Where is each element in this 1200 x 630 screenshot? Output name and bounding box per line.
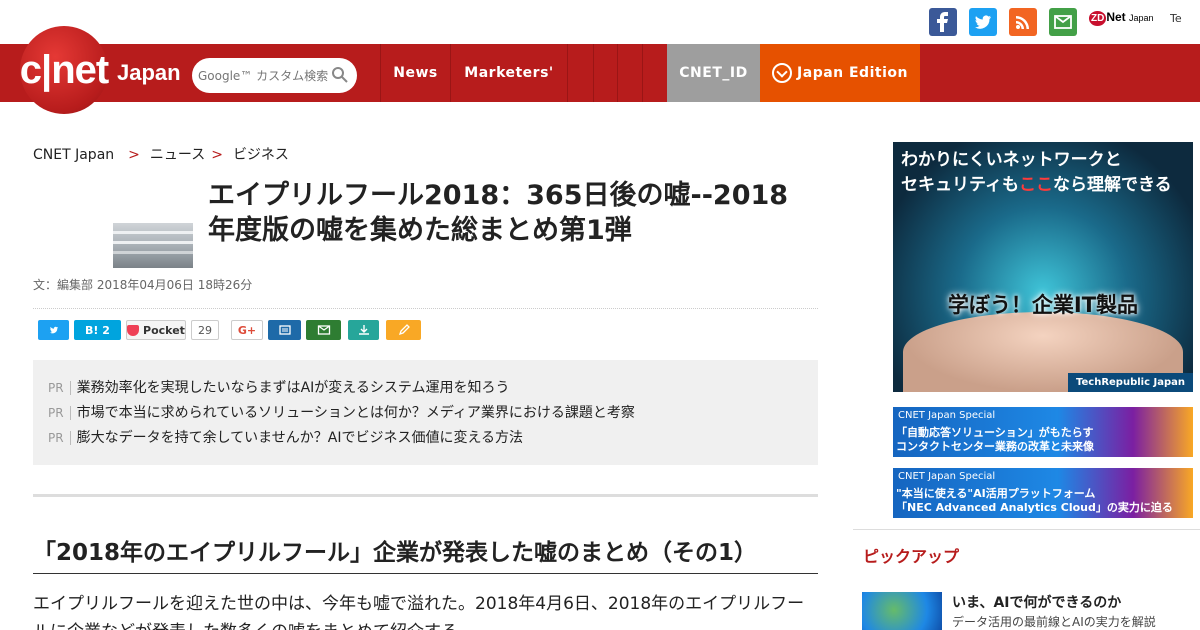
print-button[interactable]: [268, 320, 301, 340]
pickup-title[interactable]: いま、AIで何ができるのか: [952, 592, 1121, 612]
pickup-thumbnail[interactable]: [862, 592, 942, 630]
share-mail-button[interactable]: [306, 320, 341, 340]
zdnet-mark: ZD: [1089, 11, 1107, 26]
nav-edition[interactable]: Japan Edition: [760, 44, 920, 102]
article-body: エイプリルフールを迎えた世の中は、今年も嘘で溢れた。2018年4月6日、2018…: [33, 594, 805, 630]
save-button[interactable]: [348, 320, 379, 340]
print-icon: [278, 325, 291, 335]
nav-empty-2[interactable]: [593, 44, 617, 102]
pr-item[interactable]: PR 市場で本当に求められているソリューションとは何か？メディア業界における課題と…: [48, 402, 635, 422]
chevron-down-icon: [772, 63, 793, 83]
breadcrumb-business[interactable]: ビジネス: [233, 147, 289, 163]
share-twitter-button[interactable]: [38, 320, 69, 340]
article-date: 文：編集部 2018年04月06日 18時26分: [33, 278, 253, 292]
nav-empty-4[interactable]: [642, 44, 667, 102]
search-input[interactable]: [198, 66, 328, 86]
pocket-count: 29: [191, 320, 219, 340]
zdnet-japan-link[interactable]: ZD Net Japan: [1089, 10, 1154, 26]
facebook-icon[interactable]: [929, 8, 957, 36]
pr-item[interactable]: PR 膨大なデータを持て余していませんか？AIでビジネス価値に変える方法: [48, 427, 523, 447]
article-title: エイプリルフール2018：365日後の嘘--2018年度版の嘘を集めた総まとめ第…: [208, 180, 789, 246]
pocket-icon: [127, 324, 140, 336]
pr-box: PR 業務効率化を実現したいならまずはAIが変えるシステム運用を知ろう PR 市場で…: [33, 360, 818, 465]
search-icon[interactable]: [331, 66, 349, 84]
pr-item[interactable]: PR 業務効率化を実現したいならまずはAIが変えるシステム運用を知ろう: [48, 377, 509, 397]
share-gplus-button[interactable]: G+: [231, 320, 263, 340]
breadcrumb: CNET Japan > ニュース > ビジネス: [33, 147, 289, 163]
nav-news[interactable]: News: [380, 44, 450, 102]
techrepublic-link[interactable]: Te: [1170, 12, 1200, 25]
sidebar-ad-banner[interactable]: わかりにくいネットワークと セキュリティもここなら理解できる 学ぼう！企業IT製…: [893, 142, 1193, 392]
download-icon: [358, 325, 369, 335]
share-hatena-button[interactable]: B! 2: [74, 320, 121, 340]
cnet-logo[interactable]: c|net: [20, 26, 109, 114]
top-social-bar: ZD Net Japan Te: [0, 0, 1200, 44]
ad-center-text: 学ぼう！企業IT製品: [947, 293, 1139, 317]
divider: [33, 308, 818, 309]
section-heading: 「2018年のエイプリルフール」企業が発表した嘘のまとめ（その1）: [33, 533, 818, 574]
special-banner[interactable]: CNET Japan Special "本当に使える"AI活用プラットフォーム「…: [893, 468, 1193, 518]
logo-region: Japan: [117, 60, 181, 85]
pickup-heading: ピックアップ: [863, 547, 960, 566]
special-banner[interactable]: CNET Japan Special 「自動応答ソリューション」がもたらす コンタ…: [893, 407, 1193, 457]
divider: [33, 494, 818, 497]
breadcrumb-home[interactable]: CNET Japan: [33, 147, 114, 163]
clip-button[interactable]: [386, 320, 421, 340]
mail-icon: [317, 325, 330, 335]
nav-empty-1[interactable]: [567, 44, 593, 102]
nav-empty-3[interactable]: [617, 44, 642, 102]
breadcrumb-news[interactable]: ニュース: [150, 147, 205, 163]
nav-cnet-id[interactable]: CNET_ID: [667, 44, 760, 102]
pickup-subtitle: データ活用の最前線とAIの実力を解説: [952, 615, 1156, 629]
article-thumbnail: [113, 223, 193, 268]
search-box: [192, 58, 357, 93]
divider: [853, 529, 1200, 530]
share-pocket-button[interactable]: Pocket: [126, 320, 186, 340]
twitter-icon: [49, 326, 58, 334]
nav-marketers[interactable]: Marketers': [450, 44, 567, 102]
pencil-icon: [398, 324, 410, 336]
twitter-icon[interactable]: [969, 8, 997, 36]
ad-headline: わかりにくいネットワークと セキュリティもここなら理解できる: [901, 150, 1172, 195]
rss-icon[interactable]: [1009, 8, 1037, 36]
ad-footer: TechRepublic Japan: [1068, 373, 1193, 392]
mail-icon[interactable]: [1049, 8, 1077, 36]
